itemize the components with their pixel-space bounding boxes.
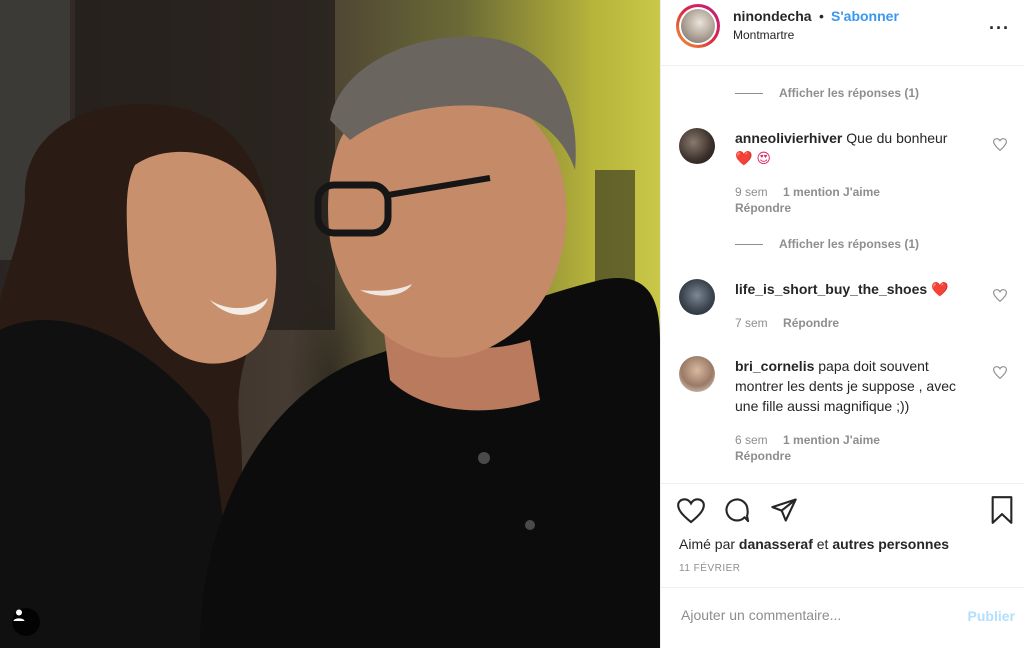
post-date[interactable]: 11 FÉVRIER <box>679 563 741 574</box>
follow-button[interactable]: S'abonner <box>831 8 899 24</box>
liked-by-prefix: Aimé par <box>679 536 736 552</box>
post-photo[interactable] <box>0 0 660 648</box>
commenter-avatar[interactable] <box>679 356 715 392</box>
reply-button[interactable]: Répondre <box>783 316 839 330</box>
comment-emoji: ❤️ <box>931 281 949 297</box>
post-comment-button[interactable]: Publier <box>968 608 1015 624</box>
comment-body: anneolivierhiver Que du bonheur ❤️ 😍 <box>735 128 975 168</box>
comment-likes[interactable]: 1 mention J'aime <box>783 433 880 447</box>
more-icon[interactable]: ··· <box>989 18 1010 39</box>
comment-text: Que du bonheur <box>846 130 948 146</box>
comment-input[interactable] <box>679 606 933 624</box>
post-actions: Aimé par danasseraf et autres personnes … <box>661 483 1024 649</box>
view-replies-label: Afficher les réponses (1) <box>779 86 920 100</box>
liked-by-others[interactable]: autres personnes <box>832 536 949 552</box>
reply-button[interactable]: Répondre <box>735 201 791 215</box>
reply-button[interactable]: Répondre <box>735 449 791 463</box>
heart-icon <box>992 366 1008 380</box>
heart-icon <box>992 138 1008 152</box>
comments-list[interactable]: Afficher les réponses (1) anneolivierhiv… <box>661 66 1024 483</box>
liked-by-user[interactable]: danasseraf <box>739 536 813 552</box>
comment-time[interactable]: 9 sem <box>735 185 768 199</box>
action-icons <box>677 496 798 529</box>
replies-divider <box>735 244 763 246</box>
comment-meta: 6 sem 1 mention J'aime Répondre <box>735 432 880 464</box>
comment-time[interactable]: 7 sem <box>735 316 768 330</box>
commenter-avatar[interactable] <box>679 128 715 164</box>
comment-body: bri_cornelis papa doit souvent montrer l… <box>735 356 971 416</box>
author-avatar[interactable] <box>676 4 720 48</box>
photo-illustration <box>0 0 660 648</box>
comment-icon <box>725 498 750 523</box>
commenter-username[interactable]: anneolivierhiver <box>735 130 842 146</box>
header-separator: • <box>819 8 824 24</box>
comment-likes[interactable]: 1 mention J'aime <box>783 185 880 199</box>
commenter-username[interactable]: bri_cornelis <box>735 358 814 374</box>
user-tag-button[interactable] <box>12 608 40 636</box>
comment-meta: 7 sem Répondre <box>735 315 839 331</box>
comment-like-button[interactable] <box>992 366 1008 384</box>
liked-by-and: et <box>816 536 829 552</box>
post-header: ninondecha • S'abonner Montmartre ··· <box>661 0 1024 66</box>
share-icon <box>771 498 797 522</box>
replies-divider <box>735 93 763 95</box>
comment-like-button[interactable] <box>992 289 1008 307</box>
post-location[interactable]: Montmartre <box>733 28 794 42</box>
author-username[interactable]: ninondecha <box>733 8 812 24</box>
bookmark-icon <box>991 496 1013 524</box>
commenter-avatar[interactable] <box>679 279 715 315</box>
comment-meta: 9 sem 1 mention J'aime Répondre <box>735 184 880 216</box>
post-side-panel: ninondecha • S'abonner Montmartre ··· Af… <box>660 0 1024 648</box>
commenter-username[interactable]: life_is_short_buy_the_shoes <box>735 281 927 297</box>
view-replies-label: Afficher les réponses (1) <box>779 237 920 251</box>
comment-button[interactable] <box>723 496 751 529</box>
share-button[interactable] <box>770 496 798 529</box>
view-replies-button[interactable]: Afficher les réponses (1) <box>735 237 919 251</box>
comment-emoji: ❤️ 😍 <box>735 150 771 166</box>
comment-like-button[interactable] <box>992 138 1008 156</box>
comment-body: life_is_short_buy_the_shoes ❤️ <box>735 279 995 299</box>
view-replies-button[interactable]: Afficher les réponses (1) <box>735 86 919 100</box>
heart-icon <box>677 498 705 524</box>
user-tag-icon <box>13 609 25 621</box>
comment-time[interactable]: 6 sem <box>735 433 768 447</box>
add-comment-section: Publier <box>661 587 1024 650</box>
liked-by: Aimé par danasseraf et autres personnes <box>679 536 949 552</box>
save-button[interactable] <box>989 496 1015 529</box>
heart-icon <box>992 289 1008 303</box>
like-button[interactable] <box>677 498 705 529</box>
